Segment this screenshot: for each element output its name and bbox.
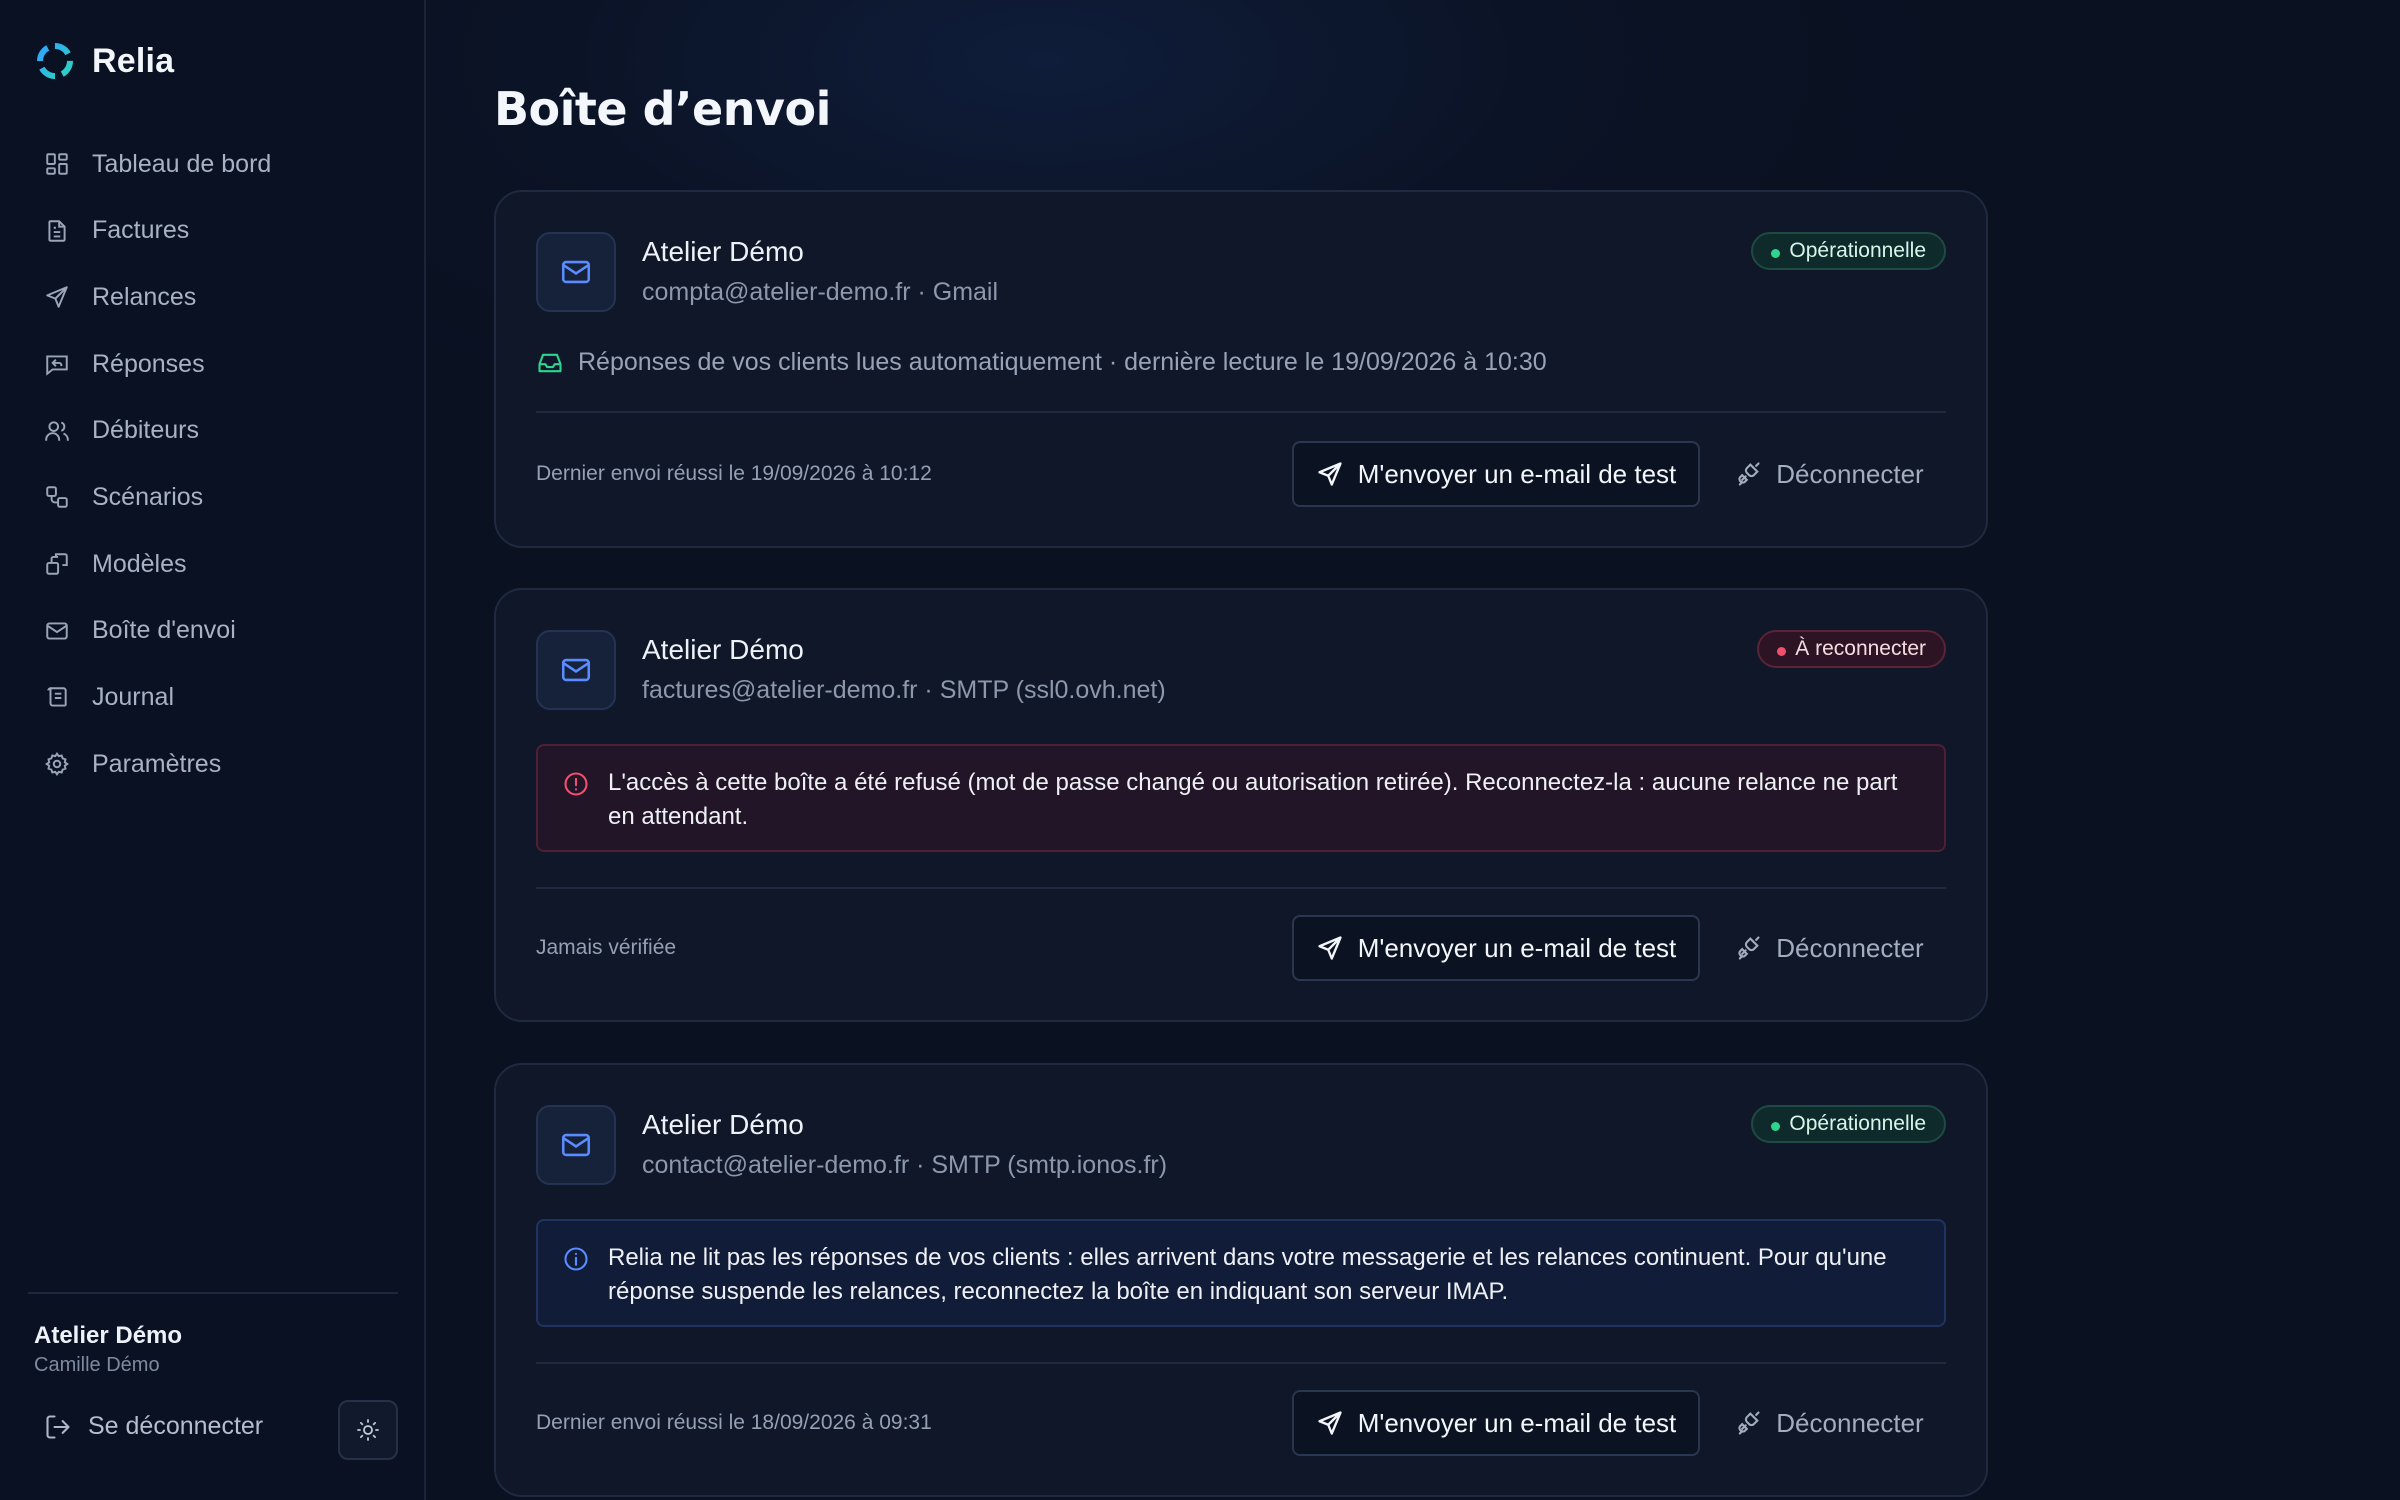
sidebar-item-invoices[interactable]: Factures (28, 203, 398, 259)
sidebar-item-label: Relances (92, 282, 197, 311)
sidebar-item-label: Débiteurs (92, 416, 199, 445)
sidebar-item-label: Tableau de bord (92, 149, 272, 178)
mailbox-card: Atelier Démo compta@atelier-demo.fr · Gm… (494, 190, 1988, 548)
sidebar-item-scenarios[interactable]: Scénarios (28, 469, 398, 525)
sidebar-item-label: Paramètres (92, 749, 222, 778)
error-alert: L'accès à cette boîte a été refusé (mot … (536, 744, 1946, 852)
info-icon (564, 1247, 588, 1271)
main-content: Boîte d’envoi Atelier Démo compta@atelie… (426, 0, 2400, 1500)
mailbox-card: Atelier Démo contact@atelier-demo.fr · S… (494, 1063, 1988, 1497)
sidebar-divider (28, 1292, 398, 1294)
inbox-icon (538, 353, 562, 372)
account-name: Atelier Démo (34, 1322, 183, 1349)
brand[interactable]: Relia (34, 40, 174, 82)
disconnect-button[interactable]: Déconnecter (1716, 915, 1942, 981)
sidebar-item-replies[interactable]: Réponses (28, 336, 398, 392)
mail-icon (561, 658, 591, 682)
sidebar-item-dashboard[interactable]: Tableau de bord (28, 136, 398, 192)
last-send-status: Dernier envoi réussi le 18/09/2026 à 09:… (536, 1411, 932, 1434)
disconnect-button[interactable]: Déconnecter (1716, 441, 1942, 507)
mailbox-title: Atelier Démo (642, 634, 804, 665)
send-icon (1318, 1411, 1342, 1435)
sidebar-item-label: Journal (92, 683, 174, 711)
sidebar-item-reminders[interactable]: Relances (28, 269, 398, 325)
last-send-status: Dernier envoi réussi le 19/09/2026 à 10:… (536, 462, 932, 485)
sidebar-item-journal[interactable]: Journal (28, 670, 398, 726)
reply-icon (46, 355, 68, 376)
sidebar-item-label: Modèles (92, 549, 187, 578)
card-divider (536, 411, 1946, 413)
relia-logo-icon (37, 43, 73, 79)
sidebar: Relia Tableau de bord Factures Relances … (0, 0, 426, 1500)
mailbox-address: factures@atelier-demo.fr · SMTP (ssl0.ov… (642, 676, 1166, 704)
mailbox-icon-tile (536, 232, 616, 312)
mailbox-title: Atelier Démo (642, 236, 804, 267)
send-test-email-button[interactable]: M'envoyer un e-mail de test (1292, 1390, 1700, 1456)
sidebar-item-label: Factures (92, 216, 190, 245)
send-icon (1318, 462, 1342, 486)
mailbox-icon-tile (536, 1105, 616, 1185)
info-alert: Relia ne lit pas les réponses de vos cli… (536, 1219, 1946, 1327)
sidebar-item-label: Réponses (92, 349, 205, 378)
card-divider (536, 1362, 1946, 1364)
auto-read-text: Réponses de vos clients lues automatique… (578, 348, 1547, 376)
mail-icon (46, 622, 68, 640)
mail-icon (561, 1133, 591, 1157)
page-title: Boîte d’envoi (494, 82, 831, 136)
status-badge: À reconnecter (1757, 630, 1946, 668)
account-user: Camille Démo (34, 1354, 160, 1376)
sidebar-item-outbox[interactable]: Boîte d'envoi (28, 603, 398, 659)
sun-icon (357, 1419, 379, 1441)
sidebar-item-templates[interactable]: Modèles (28, 536, 398, 592)
disconnect-button[interactable]: Déconnecter (1716, 1390, 1942, 1456)
mail-icon (561, 260, 591, 284)
unplug-icon (1738, 462, 1760, 486)
mailbox-card: Atelier Démo factures@atelier-demo.fr · … (494, 588, 1988, 1022)
error-alert-text: L'accès à cette boîte a été refusé (mot … (608, 769, 1898, 830)
sidebar-item-label: Boîte d'envoi (92, 616, 236, 645)
info-alert-text: Relia ne lit pas les réponses de vos cli… (608, 1244, 1887, 1305)
logout-icon (46, 1414, 70, 1439)
last-send-status: Jamais vérifiée (536, 936, 677, 959)
sidebar-nav: Tableau de bord Factures Relances Répons… (28, 136, 398, 803)
sidebar-item-debtors[interactable]: Débiteurs (28, 403, 398, 459)
status-badge: Opérationnelle (1751, 232, 1946, 270)
gear-icon (45, 752, 69, 777)
logout-label: Se déconnecter (88, 1412, 264, 1440)
logout-button[interactable]: Se déconnecter (44, 1412, 263, 1441)
send-test-email-label: M'envoyer un e-mail de test (1357, 1407, 1677, 1438)
send-test-email-button[interactable]: M'envoyer un e-mail de test (1292, 915, 1700, 981)
mailbox-address: contact@atelier-demo.fr · SMTP (smtp.ion… (642, 1151, 1168, 1179)
send-test-email-label: M'envoyer un e-mail de test (1357, 458, 1677, 489)
card-divider (536, 887, 1946, 889)
disconnect-label: Déconnecter (1776, 1407, 1924, 1438)
alert-circle-icon (564, 772, 588, 796)
send-test-email-label: M'envoyer un e-mail de test (1357, 932, 1677, 963)
mailbox-icon-tile (536, 630, 616, 710)
auto-read-info: Réponses de vos clients lues automatique… (536, 348, 1547, 377)
send-icon (1318, 936, 1342, 960)
unplug-icon (1738, 936, 1760, 960)
invoice-icon (48, 219, 66, 242)
mailbox-title: Atelier Démo (642, 1109, 804, 1140)
status-badge: Opérationnelle (1751, 1105, 1946, 1143)
disconnect-label: Déconnecter (1776, 458, 1924, 489)
users-icon (45, 421, 69, 441)
theme-toggle-button[interactable] (338, 1400, 398, 1460)
unplug-icon (1738, 1411, 1760, 1435)
sidebar-item-label: Scénarios (92, 482, 204, 511)
dashboard-icon (46, 153, 68, 175)
send-icon (46, 286, 68, 309)
disconnect-label: Déconnecter (1776, 932, 1924, 963)
sidebar-item-settings[interactable]: Paramètres (28, 736, 398, 792)
send-test-email-button[interactable]: M'envoyer un e-mail de test (1292, 441, 1700, 507)
workflow-icon (46, 486, 68, 509)
mailbox-address: compta@atelier-demo.fr · Gmail (642, 278, 999, 306)
templates-icon (46, 553, 68, 575)
log-icon (47, 686, 67, 707)
brand-name: Relia (92, 41, 175, 80)
